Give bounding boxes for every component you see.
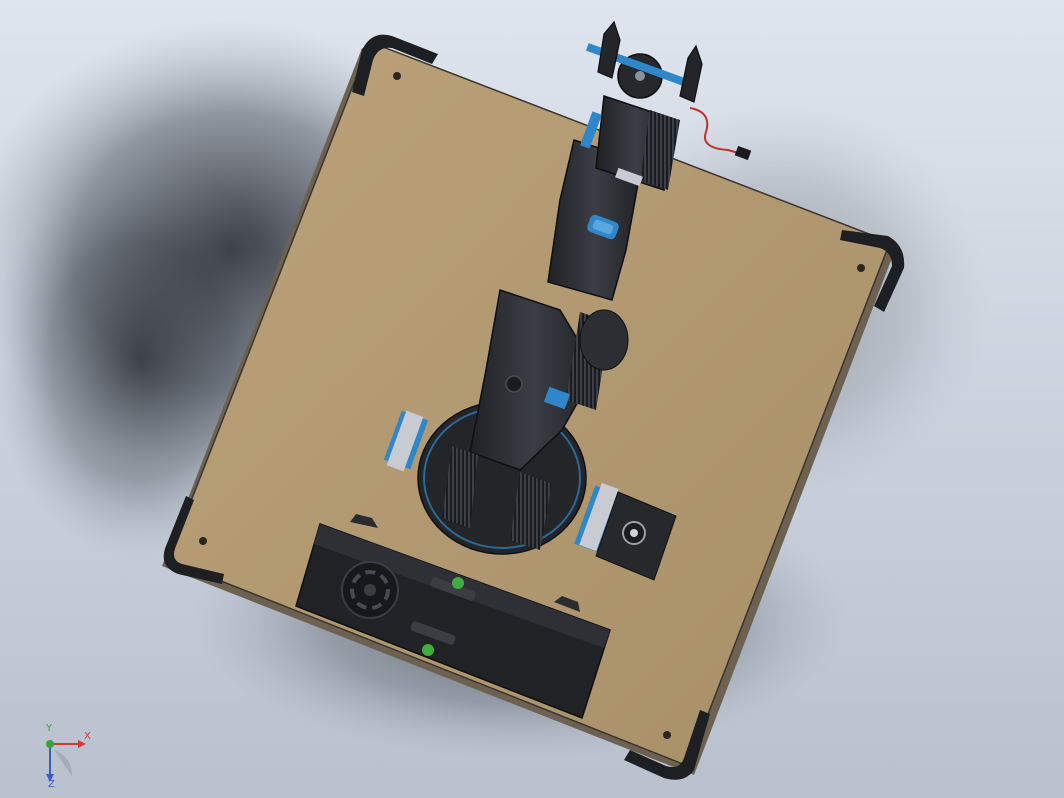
triad-z-label: Z: [48, 779, 55, 790]
triad-y-label: Y: [46, 723, 53, 734]
model-scene[interactable]: [0, 0, 1064, 798]
cooling-fan[interactable]: [341, 561, 399, 619]
gripper-finger-right[interactable]: [679, 44, 703, 103]
orientation-triad: X Y Z: [40, 724, 100, 790]
3d-model-viewport[interactable]: X Y Z: [0, 0, 1064, 798]
triad-x-label: X: [84, 731, 91, 742]
gripper-finger-left[interactable]: [597, 20, 621, 79]
